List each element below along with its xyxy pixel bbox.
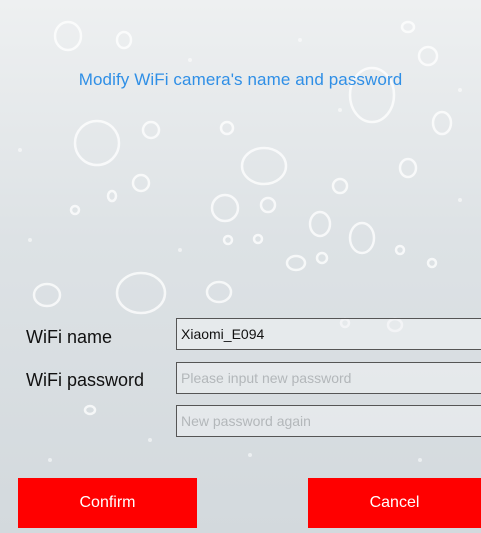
confirm-button[interactable]: Confirm [18,478,197,528]
new-password-input[interactable] [176,362,481,394]
page-title: Modify WiFi camera's name and password [78,70,403,89]
wifi-password-label: WiFi password [26,370,145,390]
cancel-button[interactable]: Cancel [308,478,481,528]
confirm-password-input[interactable] [176,405,481,437]
wifi-name-input[interactable] [176,318,481,350]
wifi-name-label: WiFi name [26,327,113,347]
